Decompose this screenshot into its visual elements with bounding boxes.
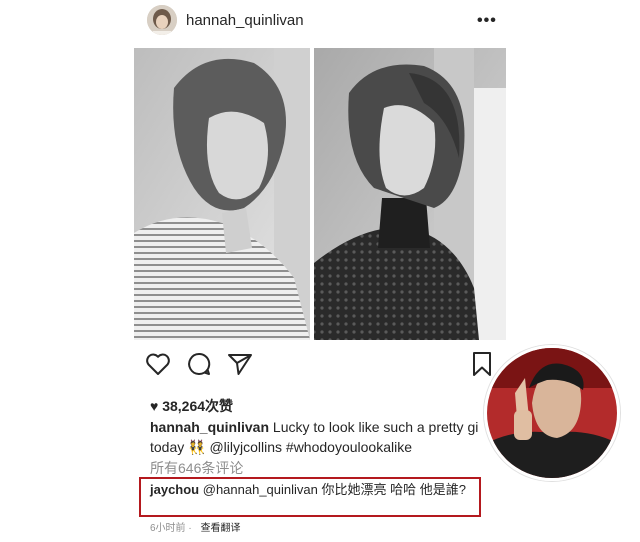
caption-username[interactable]: hannah_quinlivan: [150, 419, 269, 435]
more-options-icon[interactable]: •••: [477, 12, 497, 30]
post-meta: 6小时前 · 查看翻译: [150, 523, 241, 534]
inset-photo: [484, 345, 620, 481]
post-time: 6小时前: [150, 523, 186, 534]
see-translation-link[interactable]: 查看翻译: [200, 523, 240, 534]
post-header: hannah_quinlivan •••: [134, 0, 506, 40]
bookmark-icon[interactable]: [468, 350, 496, 378]
comment-username[interactable]: jaychou: [150, 482, 199, 497]
heart-small-icon: ♥: [150, 398, 159, 414]
avatar[interactable]: [147, 5, 177, 35]
instagram-post: hannah_quinlivan ••• ♥ 38,264次赞 hannah_q…: [134, 0, 506, 542]
highlighted-comment: jaychou @hannah_quinlivan 你比她漂亮 哈哈 他是誰?: [150, 482, 480, 497]
post-photo: [134, 48, 506, 340]
post-caption: hannah_quinlivan Lucky to look like such…: [150, 417, 484, 457]
comment-text: @hannah_quinlivan 你比她漂亮 哈哈 他是誰?: [202, 482, 466, 497]
post-username[interactable]: hannah_quinlivan: [186, 12, 304, 29]
highlighted-comment-box: jaychou @hannah_quinlivan 你比她漂亮 哈哈 他是誰?: [139, 477, 481, 517]
send-icon[interactable]: [226, 350, 254, 378]
comment-icon[interactable]: [185, 350, 213, 378]
caption-text-line2: today 👯 @lilyjcollins #whodoyoulookalike: [150, 439, 412, 455]
heart-icon[interactable]: [144, 350, 172, 378]
view-all-comments-link[interactable]: 所有646条评论: [150, 458, 243, 478]
likes-label: 38,264次赞: [162, 398, 234, 414]
post-action-bar: [134, 346, 506, 378]
caption-text-line1: Lucky to look like such a pretty gi: [272, 419, 479, 435]
likes-count[interactable]: ♥ 38,264次赞: [150, 396, 233, 416]
